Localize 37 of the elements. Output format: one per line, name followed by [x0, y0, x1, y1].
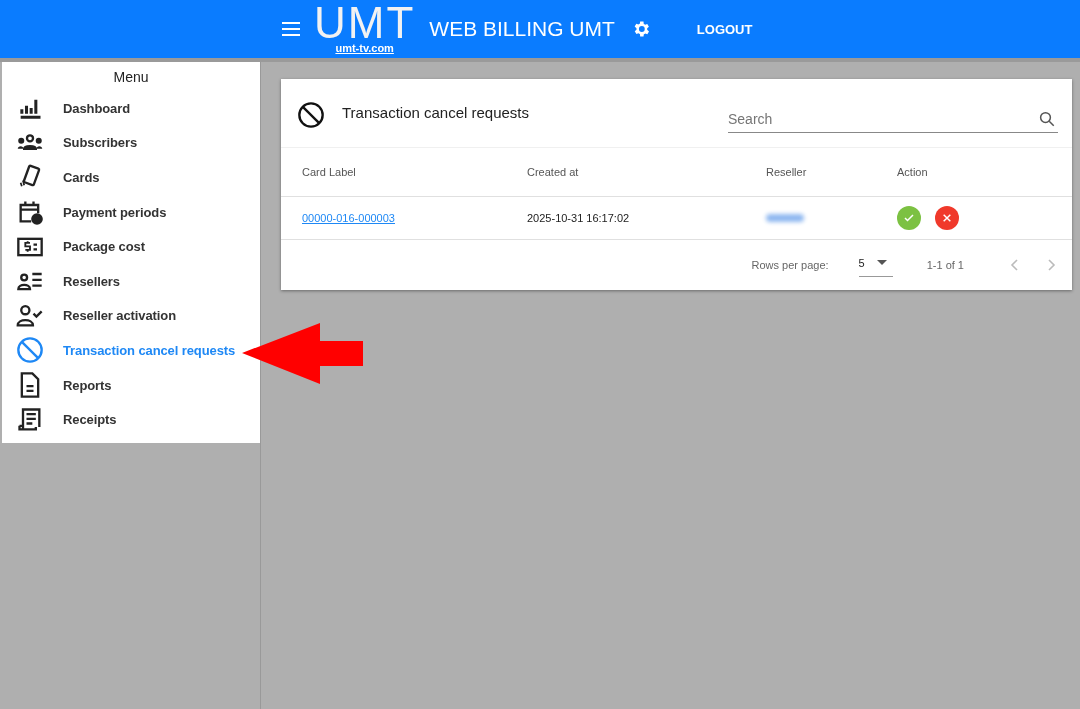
logout-button[interactable]: LOGOUT [686, 15, 763, 43]
sidebar-item[interactable]: Subscribers [2, 125, 260, 161]
card-label-link[interactable]: 00000-016-000003 [302, 212, 395, 224]
sidebar-item[interactable]: Transaction cancel requests [2, 333, 260, 368]
caret-icon [876, 260, 887, 265]
menu-icon[interactable] [282, 22, 300, 36]
column-header[interactable]: Reseller [766, 166, 897, 178]
sidebar-item[interactable]: Reports [2, 367, 260, 403]
block-icon [16, 336, 44, 365]
table-cell-text: 2025-10-31 16:17:02 [527, 212, 631, 224]
rows-per-page-label: Rows per page: [751, 259, 829, 271]
sidebar-item[interactable]: Dashboard [2, 91, 260, 126]
sidebar-item[interactable]: Receipts [2, 402, 260, 437]
search-icon[interactable] [1038, 110, 1056, 128]
blurred-text [766, 214, 804, 222]
sidebar-item[interactable]: Reseller activation [2, 298, 260, 334]
logo: UMT [314, 4, 416, 42]
column-header[interactable]: Action [897, 166, 1072, 178]
page-range: 1-1 of 1 [926, 259, 964, 271]
menu-heading: Menu [112, 68, 150, 87]
rows-per-page-select[interactable]: 5 [858, 253, 893, 277]
column-header[interactable]: Created at [527, 166, 766, 178]
sidebar-item[interactable]: Cards [2, 160, 260, 195]
logo-domain: umt-tv.com [335, 42, 394, 54]
reject-button[interactable] [935, 206, 959, 230]
receipt-icon [16, 405, 44, 434]
sidebar-item[interactable]: Payment periods [2, 194, 260, 230]
panel-title: Transaction cancel requests [342, 104, 531, 121]
app-title: WEB BILLING UMT [429, 17, 615, 41]
block-icon [297, 101, 325, 129]
check-icon [903, 212, 915, 224]
close-icon [942, 213, 952, 223]
sidebar-item[interactable]: Resellers [2, 263, 260, 299]
search-field[interactable]: Search [728, 105, 1058, 133]
approve-button[interactable] [897, 206, 921, 230]
sidebar-item[interactable]: Package cost [2, 229, 260, 264]
column-header[interactable]: Card Label [302, 166, 527, 178]
